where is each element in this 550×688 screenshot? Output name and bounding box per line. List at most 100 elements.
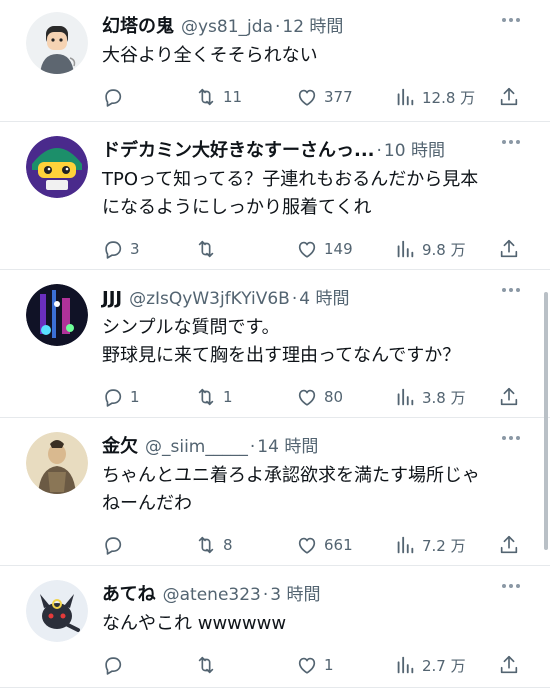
retweet-icon bbox=[198, 240, 214, 258]
action-bar: 11 377 12.8 万 bbox=[102, 74, 530, 120]
like-count: 377 bbox=[324, 88, 353, 106]
avatar[interactable] bbox=[26, 432, 88, 494]
views-count: 9.8 万 bbox=[422, 240, 466, 259]
tweet-header: JJJ @zIsQyW3jfKYiV6B · 4 時間 bbox=[102, 284, 530, 312]
tweet-item[interactable]: 幻塔の鬼 @ys81_jda · 12 時間 大谷より全くそそられない 11 3… bbox=[0, 0, 550, 122]
reply-icon bbox=[105, 657, 122, 675]
separator: · bbox=[249, 437, 256, 457]
views-icon bbox=[397, 656, 414, 674]
retweet-button[interactable]: 8 bbox=[195, 534, 233, 556]
display-name[interactable]: 幻塔の鬼 bbox=[102, 12, 174, 38]
timestamp[interactable]: 10 時間 bbox=[384, 136, 445, 161]
like-count: 149 bbox=[324, 240, 353, 258]
tweet-text-line: になるようにしっかり服着てくれ bbox=[102, 197, 372, 218]
like-button[interactable]: 80 bbox=[296, 386, 343, 408]
timestamp[interactable]: 12 時間 bbox=[282, 12, 343, 37]
heart-icon bbox=[298, 537, 316, 554]
avatar[interactable] bbox=[26, 284, 88, 346]
retweet-icon bbox=[198, 88, 214, 106]
retweet-count: 1 bbox=[223, 388, 233, 406]
share-icon bbox=[500, 535, 518, 554]
reply-button[interactable] bbox=[102, 534, 130, 556]
user-handle[interactable]: @ys81_jda bbox=[181, 17, 273, 37]
timestamp[interactable]: 3 時間 bbox=[270, 580, 320, 605]
more-icon[interactable] bbox=[502, 288, 520, 292]
action-bar: 1 1 80 3.8 万 bbox=[102, 374, 530, 420]
retweet-icon bbox=[198, 536, 214, 554]
avatar[interactable] bbox=[26, 12, 88, 74]
tweet-item[interactable]: ドデカミン大好きなすーさんっ... · 10 時間 TPOって知ってる？子連れも… bbox=[0, 122, 550, 270]
tweet-text-line: なんやこれ wwwwww bbox=[102, 613, 287, 634]
user-handle[interactable]: @zIsQyW3jfKYiV6B bbox=[129, 289, 290, 309]
heart-icon bbox=[298, 89, 316, 106]
timestamp[interactable]: 14 時間 bbox=[257, 432, 318, 457]
views-button[interactable]: 12.8 万 bbox=[394, 86, 475, 108]
like-count: 661 bbox=[324, 536, 353, 554]
user-handle[interactable]: @_siim_____ bbox=[145, 437, 248, 457]
reply-count: 3 bbox=[130, 240, 140, 258]
display-name[interactable]: あてね bbox=[102, 580, 156, 606]
share-button[interactable] bbox=[498, 238, 520, 260]
share-button[interactable] bbox=[498, 654, 520, 676]
timeline-feed: 幻塔の鬼 @ys81_jda · 12 時間 大谷より全くそそられない 11 3… bbox=[0, 0, 550, 688]
tweet-header: 幻塔の鬼 @ys81_jda · 12 時間 bbox=[102, 12, 530, 40]
tweet-text: シンプルな質問です。 野球見に来て胸を出す理由ってなんですか？ bbox=[102, 314, 530, 370]
share-button[interactable] bbox=[498, 386, 520, 408]
reply-button[interactable]: 1 bbox=[102, 386, 140, 408]
avatar[interactable] bbox=[26, 136, 88, 198]
views-count: 3.8 万 bbox=[422, 388, 466, 407]
like-button[interactable]: 149 bbox=[296, 238, 353, 260]
views-button[interactable]: 7.2 万 bbox=[394, 534, 466, 556]
more-icon[interactable] bbox=[502, 584, 520, 588]
reply-icon bbox=[105, 537, 122, 555]
separator: · bbox=[291, 289, 298, 309]
tweet-text-line: シンプルな質問です。 bbox=[102, 317, 280, 338]
reply-count: 1 bbox=[130, 388, 140, 406]
action-bar: 1 2.7 万 bbox=[102, 642, 530, 688]
reply-button[interactable]: 3 bbox=[102, 238, 140, 260]
heart-icon bbox=[298, 241, 316, 258]
views-button[interactable]: 9.8 万 bbox=[394, 238, 466, 260]
retweet-button[interactable]: 1 bbox=[195, 386, 233, 408]
tweet-text-line: ねーんだわ bbox=[102, 493, 192, 514]
share-button[interactable] bbox=[498, 86, 520, 108]
display-name[interactable]: JJJ bbox=[102, 288, 122, 309]
heart-icon bbox=[298, 389, 316, 406]
retweet-button[interactable] bbox=[195, 238, 223, 260]
action-bar: 8 661 7.2 万 bbox=[102, 522, 530, 568]
retweet-button[interactable] bbox=[195, 654, 223, 676]
timestamp[interactable]: 4 時間 bbox=[299, 284, 349, 309]
display-name[interactable]: 金欠 bbox=[102, 432, 138, 458]
views-icon bbox=[397, 536, 414, 554]
more-icon[interactable] bbox=[502, 18, 520, 22]
more-icon[interactable] bbox=[502, 140, 520, 144]
separator: · bbox=[262, 585, 269, 605]
retweet-button[interactable]: 11 bbox=[195, 86, 242, 108]
reply-button[interactable] bbox=[102, 86, 130, 108]
more-icon[interactable] bbox=[502, 436, 520, 440]
retweet-count: 11 bbox=[223, 88, 243, 106]
tweet-item[interactable]: あてね @atene323 · 3 時間 なんやこれ wwwwww 1 2.7 … bbox=[0, 566, 550, 688]
tweet-item[interactable]: 金欠 @_siim_____ · 14 時間 ちゃんとユニ着ろよ承認欲求を満たす… bbox=[0, 418, 550, 566]
tweet-item[interactable]: JJJ @zIsQyW3jfKYiV6B · 4 時間 シンプルな質問です。 野… bbox=[0, 270, 550, 418]
tweet-header: ドデカミン大好きなすーさんっ... · 10 時間 bbox=[102, 136, 530, 164]
views-count: 2.7 万 bbox=[422, 656, 466, 675]
reply-button[interactable] bbox=[102, 654, 130, 676]
avatar[interactable] bbox=[26, 580, 88, 642]
heart-icon bbox=[298, 657, 316, 674]
like-button[interactable]: 377 bbox=[296, 86, 353, 108]
retweet-count: 8 bbox=[223, 536, 233, 554]
like-button[interactable]: 1 bbox=[296, 654, 334, 676]
tweet-text-line: ちゃんとユニ着ろよ承認欲求を満たす場所じゃ bbox=[102, 465, 480, 486]
views-button[interactable]: 3.8 万 bbox=[394, 386, 466, 408]
tweet-header: あてね @atene323 · 3 時間 bbox=[102, 580, 530, 608]
user-handle[interactable]: @atene323 bbox=[163, 585, 261, 605]
separator: · bbox=[274, 17, 281, 37]
tweet-text-line: 大谷より全くそそられない bbox=[102, 45, 318, 66]
like-button[interactable]: 661 bbox=[296, 534, 353, 556]
display-name[interactable]: ドデカミン大好きなすーさんっ... bbox=[102, 136, 375, 162]
views-icon bbox=[397, 388, 414, 406]
views-button[interactable]: 2.7 万 bbox=[394, 654, 466, 676]
scrollbar[interactable] bbox=[544, 292, 548, 550]
share-button[interactable] bbox=[498, 534, 520, 556]
